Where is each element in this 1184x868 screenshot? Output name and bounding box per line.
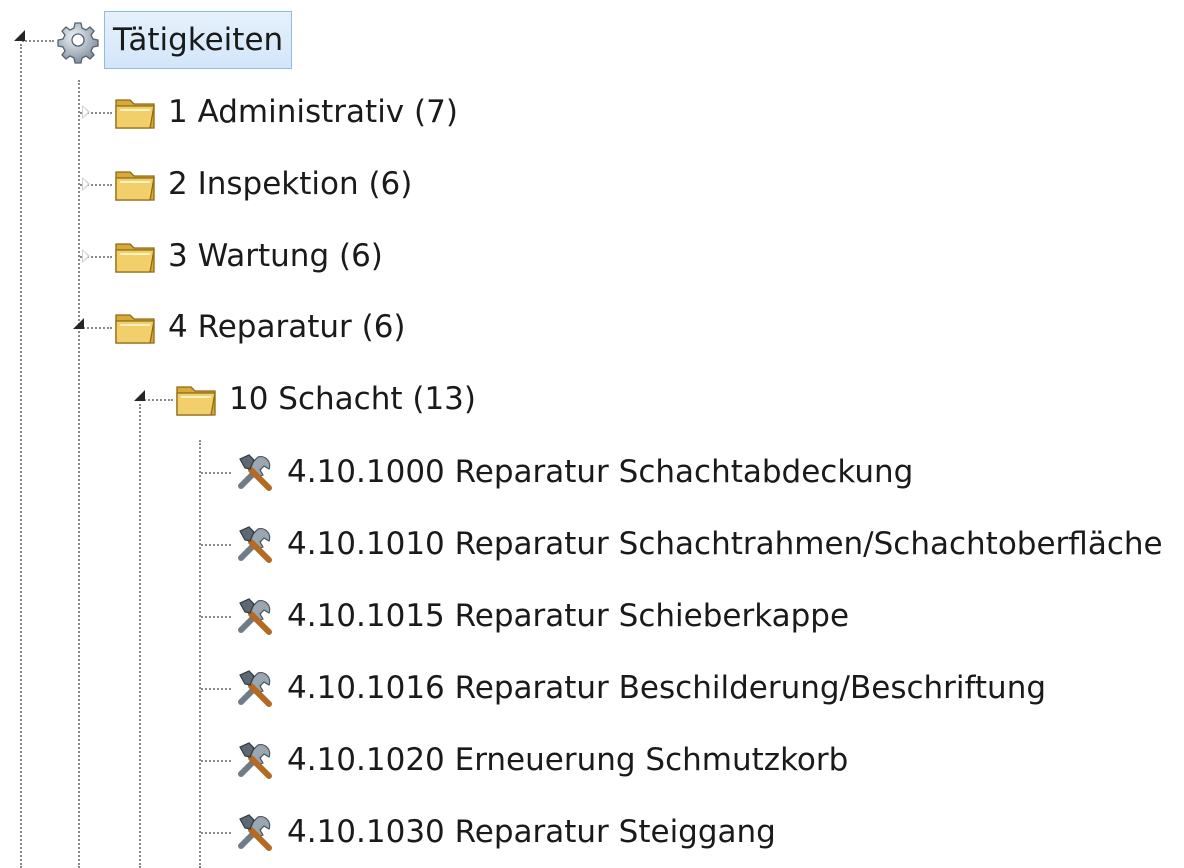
expand-arrow-icon[interactable] bbox=[82, 249, 90, 263]
folder-icon bbox=[112, 88, 160, 136]
tree-guide-line bbox=[201, 472, 231, 474]
tree-node-label: 2 Inspektion (6) bbox=[168, 166, 413, 202]
folder-icon bbox=[112, 303, 160, 351]
tree-node-label: 4.10.1000 Reparatur Schachtabdeckung bbox=[287, 454, 914, 490]
tree-node-category[interactable]: 1 Administrativ (7) bbox=[112, 81, 464, 143]
tree-guide-line bbox=[199, 440, 201, 868]
tree-node-label: 4.10.1020 Erneuerung Schmutzkorb bbox=[287, 742, 849, 778]
tree-leaf-activity[interactable]: 4.10.1000 Reparatur Schachtabdeckung bbox=[231, 441, 919, 503]
collapse-arrow-icon[interactable] bbox=[14, 30, 25, 41]
tools-icon bbox=[231, 520, 279, 568]
tree-leaf-activity[interactable]: 4.10.1030 Reparatur Steiggang bbox=[231, 801, 782, 863]
tree-guide-line bbox=[201, 544, 231, 546]
expand-arrow-icon[interactable] bbox=[82, 105, 90, 119]
tree-guide-line bbox=[141, 399, 173, 401]
expand-arrow-icon[interactable] bbox=[82, 177, 90, 191]
tree-guide-line bbox=[201, 832, 231, 834]
tree-leaf-activity[interactable]: 4.10.1020 Erneuerung Schmutzkorb bbox=[231, 729, 854, 791]
tree-node-root[interactable]: Tätigkeiten bbox=[54, 9, 293, 71]
collapse-arrow-icon[interactable] bbox=[134, 390, 145, 401]
tree-guide-line bbox=[22, 40, 54, 42]
tree-node-label: 3 Wartung (6) bbox=[168, 238, 383, 274]
gear-icon bbox=[54, 16, 102, 64]
tree-guide-line bbox=[20, 44, 22, 868]
folder-icon bbox=[112, 160, 160, 208]
tree-node-category[interactable]: 4 Reparatur (6) bbox=[112, 296, 412, 358]
tree-node-category[interactable]: 2 Inspektion (6) bbox=[112, 153, 418, 215]
activity-tree: Tätigkeiten 1 Administrativ (7) 2 Inspek… bbox=[0, 0, 1184, 868]
tree-node-label: 4.10.1016 Reparatur Beschilderung/Beschr… bbox=[287, 670, 1047, 706]
tree-guide-line bbox=[80, 327, 112, 329]
folder-icon bbox=[112, 232, 160, 280]
tools-icon bbox=[231, 808, 279, 856]
tree-node-label: 4 Reparatur (6) bbox=[168, 309, 406, 345]
tree-node-label: Tätigkeiten bbox=[104, 11, 293, 69]
tree-guide-line bbox=[201, 688, 231, 690]
tree-node-category[interactable]: 3 Wartung (6) bbox=[112, 225, 389, 287]
tree-node-label: 4.10.1030 Reparatur Steiggang bbox=[287, 814, 776, 850]
tree-node-label: 10 Schacht (13) bbox=[229, 381, 477, 417]
folder-icon bbox=[173, 375, 221, 423]
tree-node-label: 4.10.1015 Reparatur Schieberkappe bbox=[287, 598, 850, 634]
tree-node-label: 1 Administrativ (7) bbox=[168, 94, 458, 130]
tree-guide-line bbox=[78, 80, 80, 868]
tree-node-label: 4.10.1010 Reparatur Schachtrahmen/Schach… bbox=[287, 526, 1163, 562]
tools-icon bbox=[231, 736, 279, 784]
tree-node-subcategory[interactable]: 10 Schacht (13) bbox=[173, 368, 482, 430]
tools-icon bbox=[231, 664, 279, 712]
tree-guide-line bbox=[201, 760, 231, 762]
tree-guide-line bbox=[201, 616, 231, 618]
tools-icon bbox=[231, 448, 279, 496]
tools-icon bbox=[231, 592, 279, 640]
tree-leaf-activity[interactable]: 4.10.1010 Reparatur Schachtrahmen/Schach… bbox=[231, 513, 1169, 575]
tree-guide-line bbox=[139, 404, 141, 868]
tree-leaf-activity[interactable]: 4.10.1016 Reparatur Beschilderung/Beschr… bbox=[231, 657, 1052, 719]
collapse-arrow-icon[interactable] bbox=[73, 318, 84, 329]
tree-leaf-activity[interactable]: 4.10.1015 Reparatur Schieberkappe bbox=[231, 585, 855, 647]
